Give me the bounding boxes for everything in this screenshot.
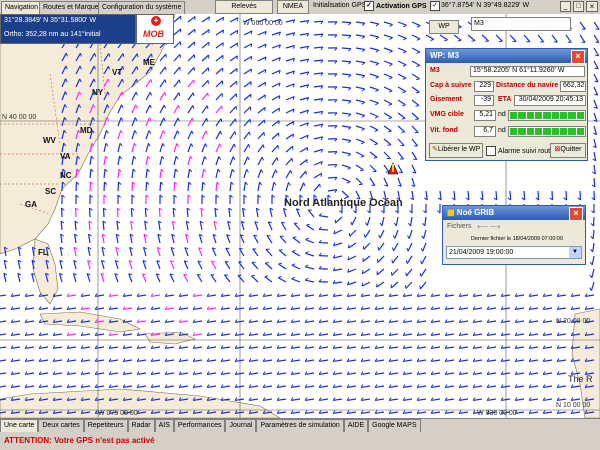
grib-title-text: Noé GRIB — [456, 208, 495, 217]
nmea-button[interactable]: NMEA — [277, 0, 309, 14]
tab-performances[interactable]: Performances — [173, 419, 226, 433]
state-label-ny: NY — [92, 88, 104, 97]
gisement-label: Gisement — [430, 96, 462, 103]
ocean-label: Nord Atlantique Océan — [284, 197, 403, 209]
state-label-va: VA — [60, 152, 71, 161]
grib-window: ▦ Noé GRIB × Fichiers ⟵ ⟶ Dernier fichie… — [442, 205, 586, 265]
coord-top-lon: W 060 00 00 — [243, 20, 283, 27]
wp-coord-field: 15°58.2205' N 61°11.9260' W — [470, 66, 585, 77]
vit-fond-unit: nd — [498, 127, 506, 134]
activation-gps-label: Activation GPS — [376, 2, 427, 10]
wp-window: WP: M3 × M3 15°58.2205' N 61°11.9260' W … — [425, 48, 588, 161]
tab-deux-cartes[interactable]: Deux cartes — [38, 419, 84, 433]
quit-label: Quitter — [560, 146, 582, 153]
top-bar: Navigation Routes et Marques Configurati… — [0, 0, 600, 14]
distance-value: 662,32 — [560, 81, 586, 92]
wp-name-label: M3 — [430, 67, 440, 74]
wp-name-field[interactable]: M3 — [471, 17, 571, 31]
activation-gps-checkbox[interactable]: ✓ — [364, 1, 374, 11]
tab-une-carte[interactable]: Une carte — [0, 419, 39, 433]
grib-prev-icon[interactable]: ⟵ — [477, 222, 488, 231]
alarm-route-checkbox[interactable] — [486, 146, 496, 156]
tab-parametres-simulation[interactable]: Paramètres de simulation — [256, 419, 344, 433]
init-gps-label: Initialisation GPS — [313, 2, 367, 9]
state-label-me: ME — [143, 58, 155, 67]
close-icon[interactable]: × — [586, 1, 598, 12]
state-label-vt: VT — [112, 68, 123, 77]
gisement-value: -39 — [474, 95, 494, 106]
quit-button[interactable]: ⊠Quitter — [550, 143, 586, 158]
wp-window-title: WP: M3 — [426, 49, 587, 63]
maximize-button[interactable]: □ — [573, 1, 584, 12]
vit-fond-value: 6,7 — [474, 126, 496, 137]
land-south-america — [0, 388, 281, 418]
state-label-nc: NC — [60, 171, 72, 180]
wp-button[interactable]: WP — [429, 20, 459, 34]
alarm-route-label: Alarme suivi route — [498, 147, 555, 155]
bottom-tab-bar: Une carte Deux cartes Repetiteurs Radar … — [0, 418, 600, 433]
release-wp-button[interactable]: ✎Libérer le WP — [429, 143, 483, 158]
cap-label: Cap à suivre — [430, 82, 472, 89]
state-label-sc: SC — [45, 187, 57, 196]
tab-navigation[interactable]: Navigation — [1, 1, 43, 14]
boat-icon[interactable] — [386, 162, 400, 176]
grib-menu-files[interactable]: Fichiers — [447, 223, 472, 230]
state-label-fl: FL — [38, 248, 48, 257]
tab-repetiteurs[interactable]: Repetiteurs — [83, 419, 128, 433]
tab-google-maps[interactable]: Google MAPS — [368, 419, 421, 433]
tab-routes-marques[interactable]: Routes et Marques — [39, 1, 107, 14]
mob-icon: + — [151, 16, 161, 26]
tab-ais[interactable]: AIS — [154, 419, 174, 433]
coord-lat-10: N 10 00 00 — [556, 402, 591, 409]
grib-window-title: ▦ Noé GRIB — [443, 206, 585, 220]
wp-window-close-icon[interactable]: × — [571, 50, 585, 64]
releves-button[interactable]: Relevés — [215, 0, 273, 14]
alarm-route-toggle[interactable]: Alarme suivi route — [484, 146, 554, 156]
tab-radar[interactable]: Radar — [127, 419, 155, 433]
grib-icon: ▦ — [447, 208, 455, 217]
distance-label: Distance du navire — [496, 82, 559, 89]
gps-coordinate: 36°7.8754' N 39°49.8229' W — [441, 2, 530, 9]
cap-value: 229 — [474, 81, 494, 92]
chevron-down-icon[interactable]: ▼ — [569, 247, 581, 258]
gps-warning: ATTENTION: Votre GPS n'est pas activé — [4, 436, 155, 445]
state-label-ga: GA — [25, 200, 37, 209]
position-panel: 31°28.3849' N 35°31.5800' W Ortho: 352,2… — [0, 14, 136, 44]
vit-fond-label: Vit. fond — [430, 127, 458, 134]
grib-date-select[interactable]: 21/04/2009 19:00:00 ▼ — [446, 246, 582, 259]
wp-name-text: M3 — [474, 20, 484, 27]
position-ortho: Ortho: 352,28 nm au 141°initial — [4, 31, 101, 38]
tab-aide[interactable]: AIDE — [343, 419, 369, 433]
vmg-value: 5,21 — [474, 110, 496, 121]
mob-button[interactable]: + MOB — [136, 14, 174, 44]
coord-bottom-lon-right: W 030 00 00 — [477, 410, 517, 417]
position-lat-lon: 31°28.3849' N 35°31.5800' W — [4, 17, 96, 24]
coord-bottom-lon-left: W 075 00 00 — [98, 410, 138, 417]
tab-journal[interactable]: Journal — [225, 419, 257, 433]
vmg-bar — [508, 110, 586, 121]
state-label-wv: WV — [43, 136, 56, 145]
vmg-unit: nd — [498, 111, 506, 118]
state-label-md: MD — [80, 126, 93, 135]
coord-lat-20: N 20 00 00 — [556, 318, 591, 325]
island-label: The R — [568, 374, 593, 384]
eta-label: ETA — [498, 96, 512, 103]
eta-value: 30/04/2009 20:45:13 — [514, 95, 586, 106]
grib-date-value: 21/04/2009 19:00:00 — [449, 249, 514, 256]
activation-gps-toggle[interactable]: ✓ Activation GPS — [362, 1, 427, 11]
minimize-button[interactable]: _ — [560, 1, 571, 12]
status-bar: ATTENTION: Votre GPS n'est pas activé — [0, 432, 600, 450]
grib-last-file: Dernier fichier le 18/04/2009 07:00:00 — [471, 236, 564, 242]
grib-window-close-icon[interactable]: × — [569, 207, 583, 221]
release-wp-label: Libérer le WP — [437, 146, 481, 153]
vit-fond-bar — [508, 126, 586, 137]
grib-next-icon[interactable]: ⟶ — [489, 222, 500, 231]
tab-configuration[interactable]: Configuration du système — [98, 1, 186, 14]
coord-lat-40: N 40 00 00 — [2, 114, 37, 121]
vmg-label: VMG cible — [430, 111, 464, 118]
gps-extra-checkbox[interactable]: ✓ — [428, 1, 442, 11]
mob-label: MOB — [143, 29, 164, 39]
